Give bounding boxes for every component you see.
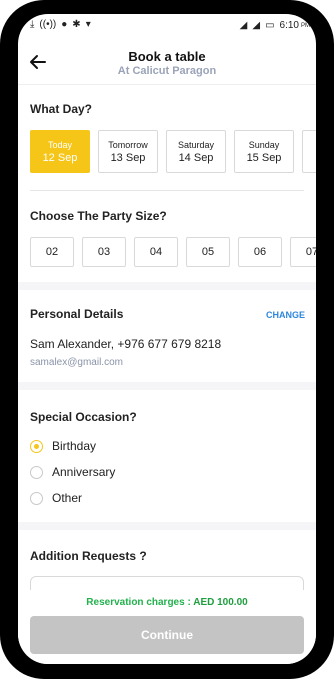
day-label: Today	[47, 139, 73, 150]
day-date: 14 Sep	[178, 151, 214, 164]
day-tile-next-partial[interactable]	[302, 130, 316, 173]
page-subtitle: At Calicut Paragon	[117, 65, 217, 77]
occasion-option-anniversary[interactable]: Anniversary	[30, 465, 115, 479]
status-bar: ⤓ ((•)) ● ✱ ▾ ◢ ◢ ▭ 6:10 PM	[18, 14, 316, 38]
day-tile-tomorrow[interactable]: Tomorrow 13 Sep	[98, 130, 158, 173]
reservation-charges: Reservation charges : AED 100.00	[18, 597, 316, 608]
personal-email: samalex@gmail.com	[30, 357, 123, 368]
day-label: Tomorrow	[108, 139, 148, 150]
change-details-link[interactable]: CHANGE	[266, 310, 305, 320]
signal-icon: ◢	[239, 19, 248, 31]
download-icon: ⤓	[30, 19, 35, 30]
day-selector: Today 12 Sep Tomorrow 13 Sep Saturday 14…	[30, 130, 316, 173]
day-label: Saturday	[177, 139, 215, 150]
continue-button[interactable]: Continue	[30, 616, 304, 654]
party-section-title: Choose The Party Size?	[30, 209, 167, 223]
day-tile-sunday[interactable]: Sunday 15 Sep	[234, 130, 294, 173]
occasion-label: Birthday	[52, 439, 97, 453]
status-ampm: PM	[301, 22, 310, 29]
party-size-option[interactable]: 03	[82, 237, 126, 267]
phone-frame: ⤓ ((•)) ● ✱ ▾ ◢ ◢ ▭ 6:10 PM Book a table…	[0, 0, 334, 679]
day-date: 12 Sep	[42, 151, 78, 164]
charges-amount: AED 100.00	[193, 597, 248, 608]
occasion-section-title: Special Occasion?	[30, 410, 137, 424]
day-label: Sunday	[248, 139, 280, 150]
occasion-label: Anniversary	[52, 465, 116, 479]
section-separator	[18, 282, 316, 290]
section-separator	[18, 382, 316, 390]
screen: ⤓ ((•)) ● ✱ ▾ ◢ ◢ ▭ 6:10 PM Book a table…	[18, 14, 316, 664]
day-section-title: What Day?	[30, 102, 93, 116]
party-size-option[interactable]: 07	[290, 237, 316, 267]
personal-details-title: Personal Details	[30, 307, 124, 321]
occasion-option-other[interactable]: Other	[30, 491, 82, 505]
location-icon: ●	[61, 19, 68, 30]
occasion-option-birthday[interactable]: Birthday	[30, 439, 96, 453]
bluetooth-icon: ✱	[72, 19, 81, 30]
battery-icon: ▭	[265, 19, 275, 31]
day-date: 13 Sep	[110, 151, 146, 164]
status-time: 6:10	[279, 20, 299, 31]
occasion-label: Other	[52, 491, 83, 505]
requests-section-title: Addition Requests ?	[30, 549, 147, 563]
page-title: Book a table	[128, 49, 206, 64]
charges-label: Reservation charges :	[86, 597, 191, 608]
party-size-option[interactable]: 02	[30, 237, 74, 267]
day-tile-saturday[interactable]: Saturday 14 Sep	[166, 130, 226, 173]
party-size-option[interactable]: 04	[134, 237, 178, 267]
wifi-icon: ▾	[85, 19, 91, 30]
party-size-option[interactable]: 05	[186, 237, 230, 267]
personal-name-phone: Sam Alexander, +976 677 679 8218	[30, 337, 222, 351]
radio-selected-icon[interactable]	[30, 439, 43, 453]
radio-unselected-icon[interactable]	[30, 465, 43, 479]
footer-bar: Reservation charges : AED 100.00 Continu…	[18, 590, 316, 664]
section-separator	[18, 522, 316, 530]
party-size-selector: 02 03 04 05 06 07	[30, 237, 316, 267]
radio-unselected-icon[interactable]	[30, 491, 43, 505]
party-size-option[interactable]: 06	[238, 237, 282, 267]
section-divider	[30, 190, 304, 191]
signal-roaming-icon: ◢	[252, 19, 261, 31]
day-date: 15 Sep	[246, 151, 282, 164]
hotspot-icon: ((•))	[39, 19, 57, 30]
day-tile-today[interactable]: Today 12 Sep	[30, 130, 90, 173]
header: Book a table At Calicut Paragon	[18, 38, 316, 85]
